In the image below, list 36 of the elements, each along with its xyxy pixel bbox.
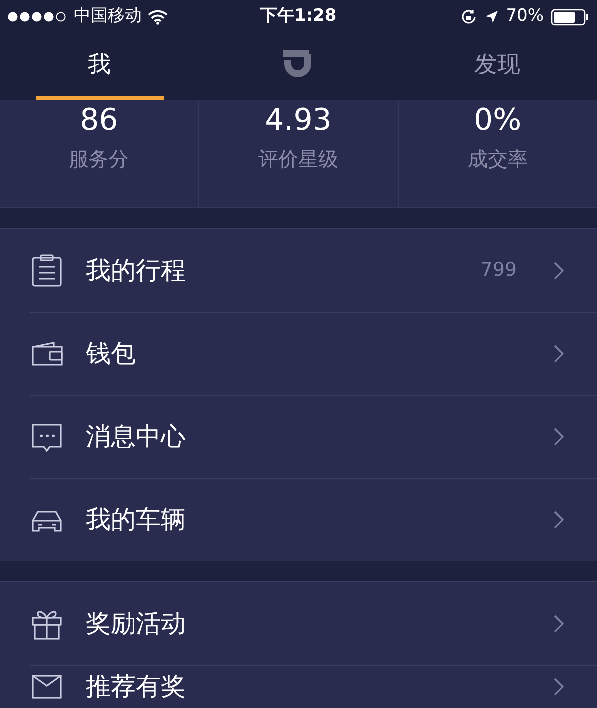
clipboard-icon — [30, 254, 64, 288]
battery-percent: 70% — [506, 5, 544, 28]
chevron-right-icon — [553, 614, 565, 634]
rotation-lock-icon — [460, 8, 478, 26]
stat-label: 服务分 — [69, 146, 130, 173]
stat-value: 0% — [474, 102, 522, 140]
menu-item-label: 消息中心 — [86, 421, 187, 454]
menu-item-label: 我的车辆 — [86, 504, 187, 536]
chevron-right-icon — [553, 260, 565, 280]
menu-item[interactable]: 推荐有奖 — [30, 665, 597, 708]
chevron-right-icon — [553, 427, 565, 447]
chevron-right-icon — [553, 344, 565, 364]
menu-item[interactable]: 奖励活动 — [30, 582, 597, 665]
menu-item[interactable]: 我的行程 799 — [30, 229, 597, 312]
chevron-right-icon — [553, 677, 565, 697]
menu-item-label: 我的行程 — [86, 254, 187, 287]
tab[interactable]: 我 — [88, 34, 111, 96]
wifi-icon — [148, 10, 168, 24]
signal-dots-icon — [8, 12, 68, 22]
trip-count: 799 — [480, 258, 517, 284]
stat-label: 成交率 — [468, 146, 528, 173]
menu-item[interactable]: 我的车辆 — [30, 478, 597, 561]
chevron-right-icon — [553, 510, 565, 530]
menu-item[interactable]: 消息中心 — [30, 395, 597, 478]
menu-item-label: 推荐有奖 — [86, 671, 187, 704]
status-time: 下午1:28 — [260, 5, 337, 28]
stat-value: 4.93 — [265, 102, 332, 140]
carrier-name: 中国移动 — [74, 5, 142, 28]
menu-item-label: 钱包 — [86, 338, 137, 370]
menu-item-label: 奖励活动 — [86, 608, 187, 640]
location-arrow-icon — [485, 10, 500, 24]
tab[interactable]: 发现 — [474, 34, 520, 96]
menu-item[interactable]: 钱包 — [30, 312, 597, 395]
battery-icon — [551, 8, 590, 26]
stat-value: 86 — [80, 102, 118, 140]
stat-label: 评价星级 — [258, 146, 338, 173]
